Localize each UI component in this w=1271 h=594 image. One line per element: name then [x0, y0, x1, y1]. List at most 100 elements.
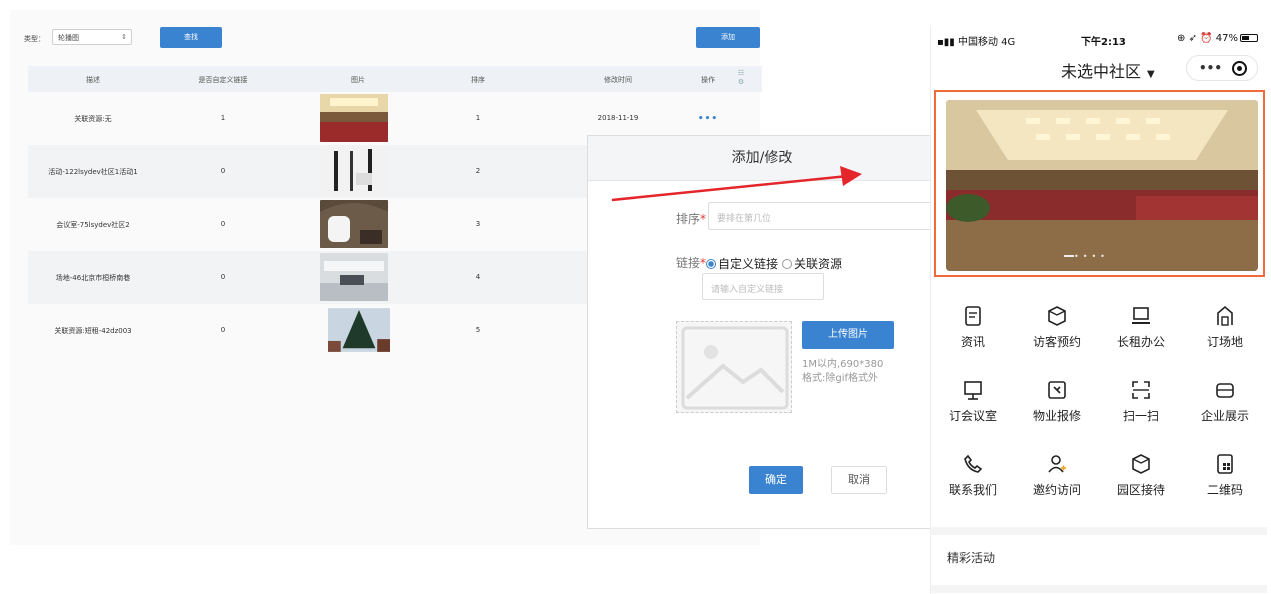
menu-item-label: 物业报修 [1032, 409, 1081, 423]
cell-custom: 0 [220, 220, 226, 228]
col-header-image: 图片 [351, 76, 365, 84]
link-radio-custom[interactable]: 自定义链接 [706, 253, 778, 272]
row-thumbnail [320, 147, 388, 195]
caret-down-icon: ▼ [1147, 69, 1155, 80]
col-header-action: 操作 [701, 76, 715, 84]
cancel-button[interactable]: 取消 [831, 466, 887, 494]
radio-unchecked-icon [782, 259, 792, 269]
community-title: 未选中社区 [1061, 62, 1142, 81]
type-select-value: 轮播图 [58, 34, 79, 42]
menu-item-park-reception[interactable]: 园区接待 [1099, 453, 1183, 498]
upload-hint-format: 格式:除gif格式外 [802, 373, 879, 384]
upload-image-button[interactable]: 上传图片 [802, 321, 894, 349]
table-header: 描述 是否自定义链接 图片 排序 修改时间 操作 ☷ ⚙ [28, 66, 762, 92]
menu-item-label: 联系我们 [948, 483, 997, 497]
menu-item-book-venue[interactable]: 订场地 [1183, 305, 1267, 350]
cell-custom: 0 [220, 167, 226, 175]
row-thumbnail [328, 308, 390, 352]
menu-item-scan[interactable]: 扫一扫 [1099, 379, 1183, 424]
order-input[interactable]: 要排在第几位 [708, 202, 936, 230]
image-placeholder[interactable] [676, 321, 792, 413]
col-header-desc: 描述 [86, 76, 100, 84]
status-right: ⊕ ➶ ⏰ 47% [1177, 33, 1258, 44]
menu-item-label: 访客预约 [1032, 335, 1081, 349]
menu-item-label: 资讯 [960, 335, 985, 349]
battery-icon [1240, 34, 1258, 42]
menu-item-invite-visit[interactable]: 邀约访问 [1015, 453, 1099, 498]
phone-call-icon [964, 454, 983, 473]
add-button[interactable]: 添加 [696, 27, 760, 48]
repair-icon [1048, 381, 1066, 399]
reception-icon [1132, 454, 1150, 474]
menu-item-label: 二维码 [1206, 483, 1243, 497]
confirm-button[interactable]: 确定 [749, 466, 803, 494]
cell-desc: 关联资源:短租-42dz003 [54, 327, 132, 335]
cell-custom: 0 [220, 326, 226, 334]
link-label-text: 链接 [676, 256, 701, 270]
laptop-icon [1132, 307, 1150, 324]
order-label: 排序* [676, 210, 706, 227]
search-button[interactable]: 查找 [160, 27, 222, 48]
order-input-placeholder: 要排在第几位 [717, 214, 772, 224]
custom-link-placeholder: 请输入自定义链接 [711, 285, 784, 295]
community-selector[interactable]: 未选中社区 ▼ [1061, 58, 1155, 82]
link-option-custom-label: 自定义链接 [718, 257, 779, 271]
row-thumbnail [320, 200, 388, 248]
close-target-icon[interactable] [1232, 61, 1247, 76]
section-divider [931, 585, 1267, 593]
mini-program-capsule: ••• [1186, 55, 1258, 81]
link-radio-resource[interactable]: 关联资源 [782, 253, 842, 272]
cell-time: 2018-11-19 [597, 114, 639, 122]
row-actions-button[interactable]: ••• [688, 114, 728, 124]
upload-hint: 1M以内,690*380 格式:除gif格式外 [802, 358, 883, 386]
featured-activities-title: 精彩活动 [947, 551, 996, 565]
phone-preview: ▪▮▮ 中国移动 4G 下午2:13 ⊕ ➶ ⏰ 47% 未选中社区 ▼ ••• [930, 25, 1267, 594]
link-option-resource-label: 关联资源 [794, 257, 843, 271]
carrier-name: 中国移动 4G [957, 37, 1016, 48]
filter-toolbar: 类型： 轮播图 ⇕ 查找 添加 [24, 27, 760, 49]
column-settings-icon[interactable]: ☷ ⚙ [734, 69, 748, 89]
location-icon: ⊕ ➶ ⏰ [1177, 33, 1216, 44]
menu-item-long-rent[interactable]: 长租办公 [1099, 305, 1183, 350]
col-header-modified: 修改时间 [604, 76, 632, 84]
menu-item-visitor-booking[interactable]: 访客预约 [1015, 305, 1099, 350]
more-icon[interactable]: ••• [1199, 61, 1222, 75]
status-bar: ▪▮▮ 中国移动 4G 下午2:13 ⊕ ➶ ⏰ 47% [931, 25, 1266, 49]
cell-order: 3 [475, 220, 481, 228]
chevron-updown-icon: ⇕ [121, 33, 127, 41]
banner-image[interactable] [946, 100, 1258, 271]
menu-item-company-showcase[interactable]: 企业展示 [1183, 379, 1267, 424]
showcase-icon [1216, 383, 1234, 398]
cell-order: 4 [475, 273, 481, 281]
cell-order: 5 [475, 326, 481, 334]
menu-item-repair[interactable]: 物业报修 [1015, 379, 1099, 424]
cell-order: 2 [475, 167, 481, 175]
row-thumbnail [320, 94, 388, 142]
news-icon [965, 306, 981, 326]
menu-item-news[interactable]: 资讯 [931, 305, 1015, 350]
custom-link-input[interactable]: 请输入自定义链接 [702, 273, 824, 300]
menu-item-contact-us[interactable]: 联系我们 [931, 453, 1015, 498]
cell-desc: 活动-122lsydev社区1活动1 [48, 168, 138, 176]
menu-item-label: 扫一扫 [1122, 409, 1159, 423]
order-label-text: 排序 [676, 212, 701, 226]
scan-icon [1132, 381, 1150, 399]
banner-highlight: •••• [934, 90, 1265, 277]
image-placeholder-icon [681, 326, 789, 410]
menu-item-label: 订会议室 [948, 409, 997, 423]
menu-item-label: 长租办公 [1116, 335, 1165, 349]
cell-desc: 场地-46北京市桓桥南巷 [55, 274, 131, 282]
filter-label: 类型： [24, 35, 45, 43]
menu-item-qrcode[interactable]: 二维码 [1183, 453, 1267, 498]
qrcode-icon [1217, 454, 1233, 474]
screenshot-stage: 类型： 轮播图 ⇕ 查找 添加 描述 是否自定义链接 图片 排序 修改时间 操作… [0, 0, 1271, 594]
signal-icon: ▪▮▮ [937, 37, 958, 48]
menu-item-label: 园区接待 [1116, 483, 1165, 497]
cell-order: 1 [475, 114, 481, 122]
meeting-room-icon [964, 381, 982, 400]
type-select[interactable]: 轮播图 ⇕ [52, 29, 132, 45]
menu-item-meeting-room[interactable]: 订会议室 [931, 379, 1015, 424]
nav-bar: 未选中社区 ▼ ••• [931, 49, 1266, 89]
menu-item-label: 企业展示 [1200, 409, 1249, 423]
modal-title: 添加/修改 [588, 136, 936, 181]
